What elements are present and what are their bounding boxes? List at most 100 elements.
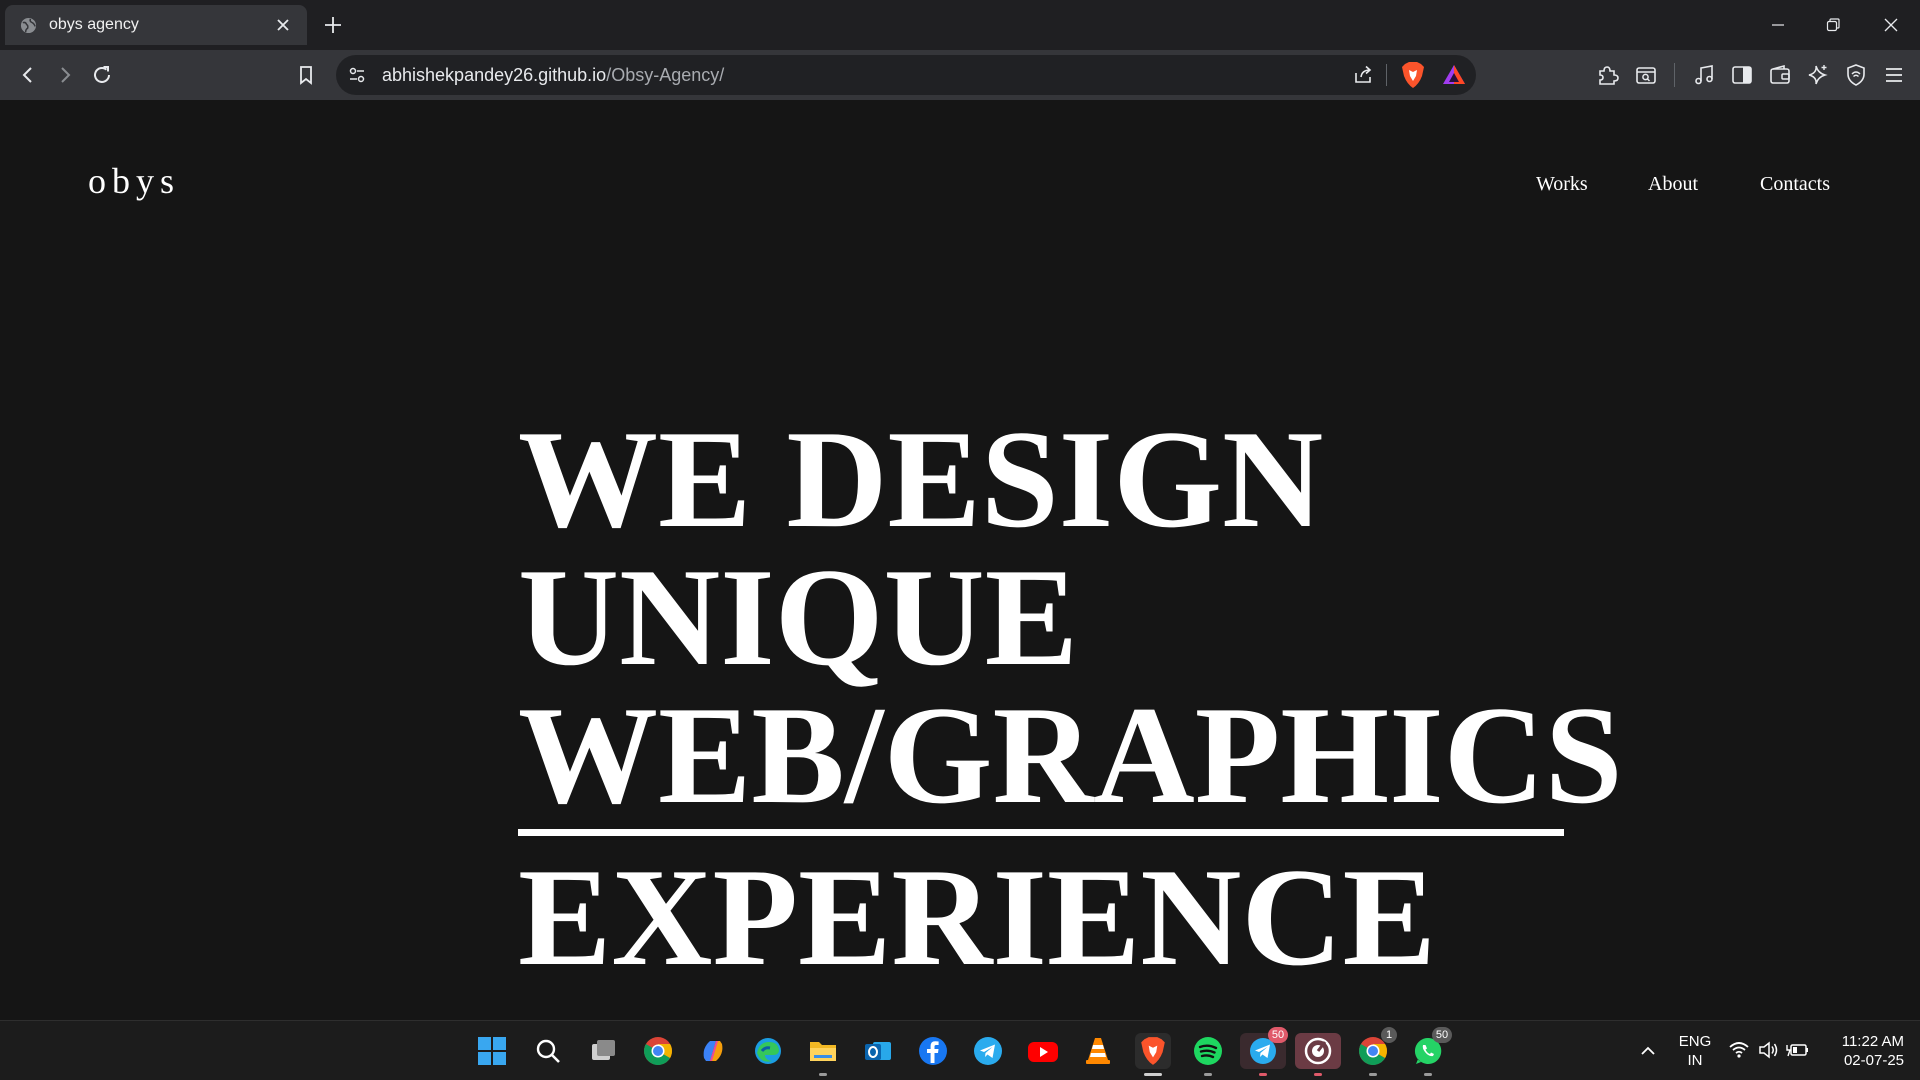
wallet-button[interactable] (1766, 61, 1794, 89)
volume-icon (1759, 1041, 1778, 1059)
brave-rewards-icon[interactable] (1442, 63, 1466, 87)
search-icon (536, 1039, 560, 1063)
nav-contacts[interactable]: Contacts (1760, 173, 1830, 196)
taskbar-copilot[interactable] (695, 1033, 731, 1069)
telegram-icon (974, 1037, 1002, 1065)
copilot-icon (703, 1041, 723, 1061)
taskbar-youtube[interactable] (1025, 1033, 1061, 1069)
taskbar-search[interactable] (530, 1033, 566, 1069)
taskbar-start[interactable] (474, 1033, 510, 1069)
language-code: ENG (1678, 1033, 1712, 1050)
brave-icon (1141, 1037, 1165, 1065)
youtube-icon (1028, 1042, 1058, 1062)
hero-line-3: WEB/GRAPHICS (518, 678, 1623, 833)
nav-about[interactable]: About (1648, 173, 1698, 196)
back-button[interactable] (14, 61, 42, 89)
taskbar-chrome[interactable] (640, 1033, 676, 1069)
battery-icon (1786, 1044, 1808, 1057)
davinci-icon (1304, 1037, 1332, 1065)
leo-ai-button[interactable] (1804, 61, 1832, 89)
find-icon (1636, 67, 1656, 84)
network-status[interactable] (1728, 1039, 1750, 1066)
volume-status[interactable] (1757, 1039, 1779, 1066)
taskbar-vlc[interactable] (1080, 1033, 1116, 1069)
media-button[interactable] (1690, 61, 1718, 89)
running-indicator (819, 1073, 827, 1076)
hero-line-1: WE DESIGN (518, 402, 1324, 557)
taskbar-outlook[interactable] (860, 1033, 896, 1069)
edge-icon (755, 1038, 781, 1064)
close-icon[interactable] (273, 15, 293, 35)
running-indicator (1204, 1073, 1212, 1076)
taskbar-telegram[interactable] (970, 1033, 1006, 1069)
chrome-badge: 1 (1381, 1027, 1397, 1043)
running-indicator (1424, 1073, 1432, 1076)
url-path: /Obsy-Agency/ (606, 65, 725, 85)
omnibox-divider (1386, 64, 1387, 86)
active-indicator (1144, 1073, 1162, 1076)
vpn-button[interactable] (1842, 61, 1870, 89)
wallet-icon (1770, 64, 1790, 84)
running-indicator (1369, 1073, 1377, 1076)
taskbar-spotify[interactable] (1190, 1033, 1226, 1076)
taskbar-edge[interactable] (750, 1033, 786, 1069)
telegram-unread-badge: 50 (1268, 1027, 1288, 1043)
window-close-icon (1884, 18, 1898, 32)
spotify-icon (1194, 1037, 1222, 1065)
hero-underline (518, 829, 1564, 836)
folder-icon (810, 1042, 836, 1061)
back-icon (22, 67, 32, 83)
bookmark-button[interactable] (292, 61, 320, 89)
window-close-button[interactable] (1876, 10, 1906, 40)
taskbar-telegram-desktop[interactable]: 50 (1240, 1027, 1288, 1076)
menu-icon (1886, 68, 1902, 82)
hero-line-2: UNIQUE (518, 540, 1079, 695)
url-host: abhishekpandey26.github.io (382, 65, 607, 85)
sidebar-icon (1732, 66, 1752, 84)
find-button[interactable] (1632, 61, 1660, 89)
plus-icon[interactable] (322, 14, 344, 36)
vlc-icon (1086, 1038, 1110, 1064)
clock-date: 02-07-25 (1843, 1052, 1904, 1069)
address-bar[interactable]: abhishekpandey26.github.io/Obsy-Agency/ (336, 55, 1476, 95)
tab-title: obys agency (49, 16, 139, 33)
url-text[interactable]: abhishekpandey26.github.io/Obsy-Agency/ (382, 65, 724, 86)
share-icon[interactable] (1352, 64, 1374, 86)
language-indicator[interactable]: ENG IN (1678, 1032, 1712, 1070)
toolbar-divider (1674, 63, 1675, 87)
extensions-button[interactable] (1594, 61, 1622, 89)
sidebar-button[interactable] (1728, 61, 1756, 89)
tray-overflow-button[interactable] (1630, 1033, 1666, 1069)
site-settings-icon[interactable] (348, 66, 366, 84)
taskbar-task-view[interactable] (585, 1033, 621, 1069)
wifi-icon (1729, 1042, 1749, 1058)
taskbar-davinci[interactable] (1295, 1033, 1341, 1076)
attention-indicator (1314, 1073, 1322, 1076)
globe-icon (20, 17, 37, 34)
forward-button[interactable] (51, 61, 79, 89)
nav-works[interactable]: Works (1536, 173, 1588, 196)
taskbar-chrome-profile[interactable]: 1 (1355, 1027, 1397, 1076)
taskbar: 50 1 50 ENG IN 11:22 AM 02-07-25 (0, 1020, 1920, 1080)
minimize-button[interactable] (1763, 10, 1793, 40)
menu-button[interactable] (1880, 61, 1908, 89)
brave-shields-icon[interactable] (1400, 61, 1426, 89)
browser-tab[interactable]: obys agency (5, 5, 307, 45)
whatsapp-unread-badge: 50 (1432, 1027, 1452, 1043)
restore-button[interactable] (1818, 10, 1848, 40)
media-icon (1695, 65, 1713, 85)
taskbar-facebook[interactable] (915, 1033, 951, 1069)
site-logo[interactable]: obys (88, 160, 180, 202)
clock[interactable]: 11:22 AM 02-07-25 (1826, 1032, 1904, 1070)
reload-button[interactable] (88, 61, 116, 89)
taskbar-file-explorer[interactable] (805, 1033, 841, 1076)
battery-status[interactable] (1786, 1039, 1810, 1066)
restore-icon (1826, 18, 1840, 32)
minimize-icon (1772, 24, 1784, 26)
vpn-icon (1847, 64, 1865, 86)
taskbar-whatsapp[interactable]: 50 (1410, 1027, 1452, 1076)
tab-strip: obys agency (0, 0, 1920, 50)
clock-time: 11:22 AM (1841, 1033, 1904, 1050)
taskbar-brave[interactable] (1135, 1033, 1171, 1076)
reload-icon (94, 66, 110, 83)
